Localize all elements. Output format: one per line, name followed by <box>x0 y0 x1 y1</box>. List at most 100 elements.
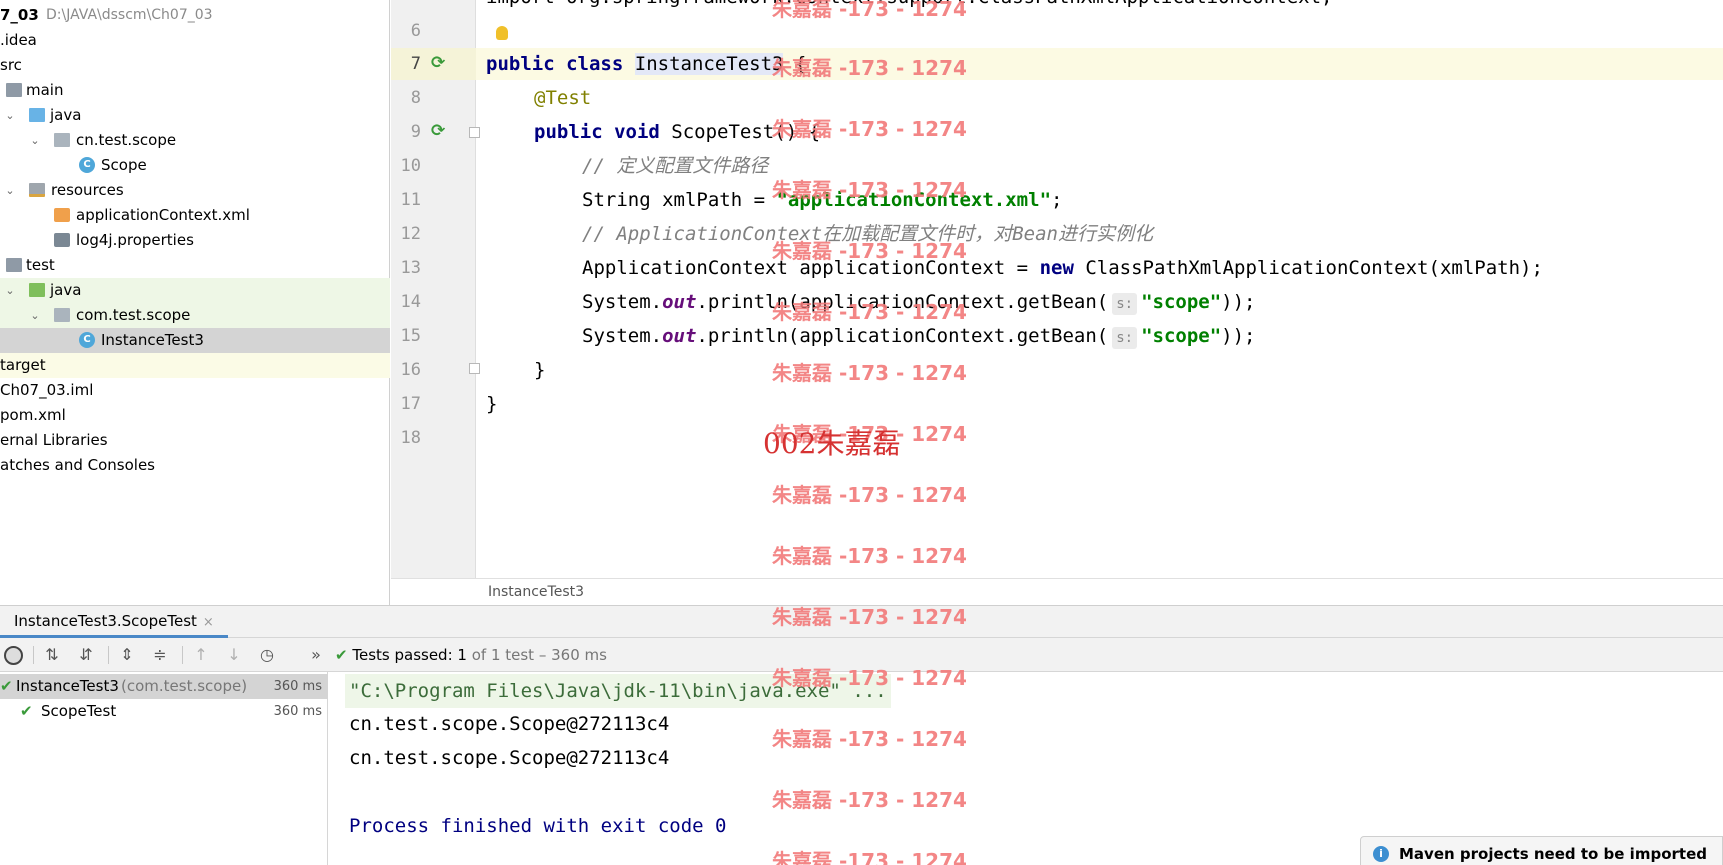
test-class-icon: C <box>79 332 95 348</box>
maven-import-notification[interactable]: i Maven projects need to be imported <box>1360 836 1723 865</box>
watermark-text: 朱嘉磊 -173 - 1274 <box>772 300 967 324</box>
toolbar-separator <box>182 646 183 664</box>
code-text: String xmlPath = <box>582 189 777 211</box>
chevron-down-icon[interactable]: ⌄ <box>3 278 17 303</box>
tree-item-label: resources <box>51 181 124 199</box>
tree-item-pom[interactable]: pom.xml <box>0 403 390 428</box>
source-folder-icon <box>29 108 45 122</box>
passed-icon: ✔ <box>0 677 13 695</box>
tree-root[interactable]: 7_03 D:\JAVA\dsscm\Ch07_03 <box>0 3 390 28</box>
code-line-7: public class InstanceTest3 { <box>486 47 806 81</box>
tree-item-idea[interactable]: .idea <box>0 28 390 53</box>
keyword: public <box>486 53 555 75</box>
line-number: 7 <box>410 54 421 74</box>
tree-item-applicationcontext-xml[interactable]: applicationContext.xml <box>0 203 390 228</box>
watermark-text: 朱嘉磊 -173 - 1274 <box>772 0 967 21</box>
tree-item-label: ernal Libraries <box>0 431 108 449</box>
status-prefix: Tests passed: <box>352 646 458 664</box>
code-text: System. <box>582 325 663 347</box>
tree-item-test-java[interactable]: ⌄ java <box>0 278 390 303</box>
chevron-down-icon[interactable]: ⌄ <box>3 178 17 203</box>
test-results-tree: ✔ InstanceTest3 (com.test.scope) 360 ms … <box>0 672 328 865</box>
test-folder-icon <box>29 283 45 297</box>
tree-item-src[interactable]: src <box>0 53 390 78</box>
more-actions-icon[interactable]: » <box>306 645 326 665</box>
tree-item-package-cn[interactable]: ⌄ cn.test.scope <box>0 128 390 153</box>
test-row-method[interactable]: ✔ ScopeTest 360 ms <box>0 699 328 724</box>
tree-item-scope-class[interactable]: C Scope <box>0 153 390 178</box>
project-tool-window: 7_03 D:\JAVA\dsscm\Ch07_03 .idea src mai… <box>0 0 390 605</box>
watermark-text: 朱嘉磊 -173 - 1274 <box>772 849 967 865</box>
tree-item-package-com[interactable]: ⌄ com.test.scope <box>0 303 390 328</box>
previous-failed-test-icon[interactable]: ↑ <box>191 645 211 665</box>
chevron-down-icon[interactable]: ⌄ <box>3 103 17 128</box>
code-editor[interactable]: 6 7 8 9 10 11 12 13 14 15 16 17 18 ⟳ ⟳ i… <box>391 0 1723 605</box>
fold-marker-icon[interactable] <box>469 363 480 374</box>
stop-icon[interactable] <box>4 646 23 665</box>
keyword: public <box>534 121 603 143</box>
test-history-icon[interactable]: ◷ <box>257 645 277 665</box>
tree-item-log4j-properties[interactable]: log4j.properties <box>0 228 390 253</box>
code-line-10: // 定义配置文件路径 <box>582 155 769 177</box>
test-duration: 360 ms <box>273 679 322 694</box>
string-literal: "scope" <box>1141 291 1222 313</box>
line-number: 8 <box>410 88 421 108</box>
watermark-text: 朱嘉磊 -173 - 1274 <box>772 239 967 263</box>
watermark-text: 朱嘉磊 -173 - 1274 <box>772 666 967 690</box>
expand-all-icon[interactable]: ⇕ <box>117 645 137 665</box>
next-failed-test-icon[interactable]: ↓ <box>224 645 244 665</box>
sort-alphabetically-icon[interactable]: ⇅ <box>42 645 62 665</box>
chevron-down-icon[interactable]: ⌄ <box>28 128 42 153</box>
watermark-text: 朱嘉磊 -173 - 1274 <box>772 788 967 812</box>
code-line-8: @Test <box>534 87 592 109</box>
line-number: 12 <box>400 224 421 244</box>
tree-item-label: java <box>50 106 82 124</box>
static-field: out <box>662 291 697 313</box>
tab-label: InstanceTest3.ScopeTest <box>14 612 197 630</box>
tree-item-instancetest3[interactable]: C InstanceTest3 <box>0 328 390 353</box>
class-name-identifier: InstanceTest3 <box>634 53 784 75</box>
tree-item-label: Scope <box>101 156 147 174</box>
tree-item-main[interactable]: main <box>0 78 390 103</box>
editor-breadcrumb[interactable]: InstanceTest3 <box>391 578 1723 605</box>
check-icon: ✔ <box>335 646 348 664</box>
fold-marker-icon[interactable] <box>469 127 480 138</box>
keyword: new <box>1039 257 1074 279</box>
tab-run-configuration[interactable]: InstanceTest3.ScopeTest × <box>0 606 228 638</box>
status-suffix: of 1 test – 360 ms <box>466 646 607 664</box>
tree-item-target[interactable]: target <box>0 353 390 378</box>
tree-item-resources[interactable]: ⌄ resources <box>0 178 390 203</box>
test-package: (com.test.scope) <box>121 677 248 695</box>
tree-item-label: java <box>50 281 82 299</box>
tree-item-scratches[interactable]: atches and Consoles <box>0 453 390 478</box>
tree-item-main-java[interactable]: ⌄ java <box>0 103 390 128</box>
line-number: 13 <box>400 258 421 278</box>
watermark-text: 朱嘉磊 -173 - 1274 <box>772 361 967 385</box>
package-icon <box>54 308 70 322</box>
watermark-text: 朱嘉磊 -173 - 1274 <box>772 544 967 568</box>
line-number: 6 <box>410 21 421 41</box>
watermark-text: 朱嘉磊 -173 - 1274 <box>772 483 967 507</box>
code-line-16: } <box>534 359 546 381</box>
toolbar-separator <box>108 646 109 664</box>
tree-item-label: main <box>26 81 64 99</box>
console-line: cn.test.scope.Scope@272113c4 <box>349 747 670 769</box>
run-test-icon[interactable]: ⟳ <box>431 53 449 73</box>
close-icon[interactable]: × <box>203 615 214 630</box>
line-number: 14 <box>400 292 421 312</box>
tree-item-test[interactable]: test <box>0 253 390 278</box>
code-line-13: ApplicationContext applicationContext = … <box>582 251 1543 285</box>
tree-item-label: test <box>26 256 55 274</box>
lightbulb-icon[interactable] <box>496 26 508 40</box>
tree-item-external-libraries[interactable]: ernal Libraries <box>0 428 390 453</box>
tree-item-label: .idea <box>0 31 37 49</box>
test-row-class[interactable]: ✔ InstanceTest3 (com.test.scope) 360 ms <box>0 674 328 699</box>
chevron-down-icon[interactable]: ⌄ <box>28 303 42 328</box>
run-test-icon[interactable]: ⟳ <box>431 121 449 141</box>
notification-text: Maven projects need to be imported <box>1399 845 1707 863</box>
collapse-all-icon[interactable]: ≑ <box>150 645 170 665</box>
test-status: ✔ Tests passed: 1 of 1 test – 360 ms <box>335 638 607 672</box>
tree-item-iml[interactable]: Ch07_03.iml <box>0 378 390 403</box>
tree-item-label: src <box>0 56 22 74</box>
sort-by-duration-icon[interactable]: ⇵ <box>76 645 96 665</box>
